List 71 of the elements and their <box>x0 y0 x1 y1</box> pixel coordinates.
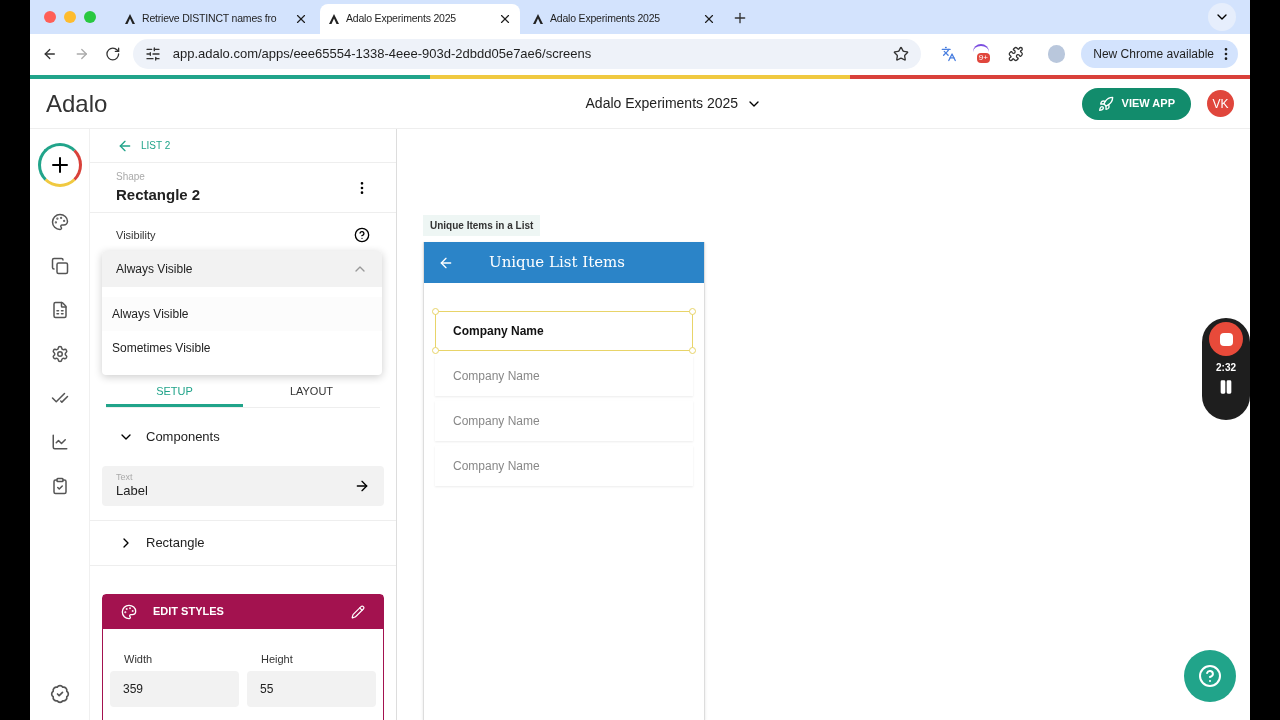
rocket-icon <box>1097 95 1114 112</box>
panel-tab[interactable]: LAYOUT <box>243 376 380 407</box>
adalo-logo[interactable]: Adalo <box>46 85 246 122</box>
tab-list-button[interactable] <box>1208 3 1236 31</box>
list-row[interactable]: Company Name <box>435 446 693 486</box>
back-icon[interactable] <box>42 46 58 62</box>
section-header[interactable]: Rectangle <box>102 520 384 565</box>
screens-icon[interactable] <box>50 257 69 275</box>
update-label: New Chrome available <box>1093 46 1214 63</box>
browser-tab[interactable]: Retrieve DISTINCT names fro <box>116 4 316 34</box>
component-name: Rectangle 2 <box>116 184 202 205</box>
view-app-button[interactable]: VIEW APP <box>1081 87 1191 120</box>
checklist-icon[interactable] <box>50 477 69 495</box>
dropdown-option[interactable]: Always Visible <box>102 297 382 331</box>
site-settings-icon[interactable] <box>144 46 161 62</box>
browser-tab[interactable]: Adalo Experiments 2025 <box>524 4 724 34</box>
resize-handle[interactable] <box>432 347 439 354</box>
component-item[interactable]: Text Label <box>102 465 384 506</box>
visibility-select[interactable]: Always Visible <box>102 251 382 287</box>
list-row[interactable]: Company Name <box>435 401 693 441</box>
screen-title: Unique List Items <box>488 252 626 274</box>
add-button[interactable] <box>37 143 82 187</box>
project-title[interactable]: Adalo Experiments 2025 <box>585 93 739 114</box>
close-icon[interactable] <box>498 12 512 26</box>
translate-icon[interactable] <box>941 46 957 62</box>
help-icon[interactable] <box>354 227 370 244</box>
component-item-type: Text <box>116 471 134 483</box>
tab-title: Retrieve DISTINCT names fro <box>142 11 278 27</box>
tab-logo-icon <box>328 13 340 25</box>
browser-tab[interactable]: Adalo Experiments 2025 <box>320 4 520 34</box>
settings-icon[interactable] <box>50 345 69 363</box>
palette-icon[interactable] <box>50 213 69 231</box>
visibility-label: Visibility <box>116 228 157 243</box>
verified-badge-icon[interactable] <box>49 684 70 704</box>
list-row[interactable]: Company Name <box>435 311 693 351</box>
analytics-icon[interactable] <box>50 433 69 451</box>
component-item-name: Label <box>116 483 149 500</box>
dropdown-option[interactable]: Sometimes Visible <box>102 331 382 365</box>
pause-icon[interactable] <box>1218 379 1234 395</box>
url-text: app.adalo.com/apps/eee65554-1338-4eee-903d-2dbdd05e7ae6/screens <box>172 45 593 64</box>
input-field[interactable]: 55 <box>247 671 376 707</box>
tab-title: Adalo Experiments 2025 <box>346 11 457 27</box>
screen-label[interactable]: Unique Items in a List <box>423 215 541 236</box>
update-button[interactable]: New Chrome available <box>1081 40 1238 68</box>
extensions-icon[interactable] <box>1008 46 1024 62</box>
help-icon <box>1198 664 1222 688</box>
reload-icon[interactable] <box>105 46 121 62</box>
stop-recording-button[interactable] <box>1209 322 1243 356</box>
input-field[interactable]: 359 <box>110 671 239 707</box>
resize-handle[interactable] <box>432 308 439 315</box>
close-icon[interactable] <box>702 12 716 26</box>
palette-icon <box>121 603 137 620</box>
tab-logo-icon <box>124 13 136 25</box>
component-type: Shape <box>116 169 146 184</box>
user-avatar[interactable]: VK <box>1207 90 1234 117</box>
field-label: Height <box>260 651 294 667</box>
new-tab-icon[interactable] <box>732 10 748 26</box>
recording-time: 2:32 <box>1216 361 1236 375</box>
field-label: Width <box>123 651 154 667</box>
address-bar[interactable]: app.adalo.com/apps/eee65554-1338-4eee-903d-2dbdd05e7ae6/screens <box>132 39 922 69</box>
tab-title: Adalo Experiments 2025 <box>550 11 661 27</box>
section-header[interactable]: Components <box>102 407 384 466</box>
notification-badge: 9+ <box>976 53 990 63</box>
database-icon[interactable] <box>50 301 69 319</box>
resize-handle[interactable] <box>689 308 696 315</box>
edit-icon[interactable] <box>351 604 365 619</box>
bookmark-star-icon[interactable] <box>893 46 910 62</box>
tab-logo-icon <box>532 13 544 25</box>
resize-handle[interactable] <box>689 347 696 354</box>
list-row[interactable]: Company Name <box>435 356 693 396</box>
close-icon[interactable] <box>294 12 308 26</box>
